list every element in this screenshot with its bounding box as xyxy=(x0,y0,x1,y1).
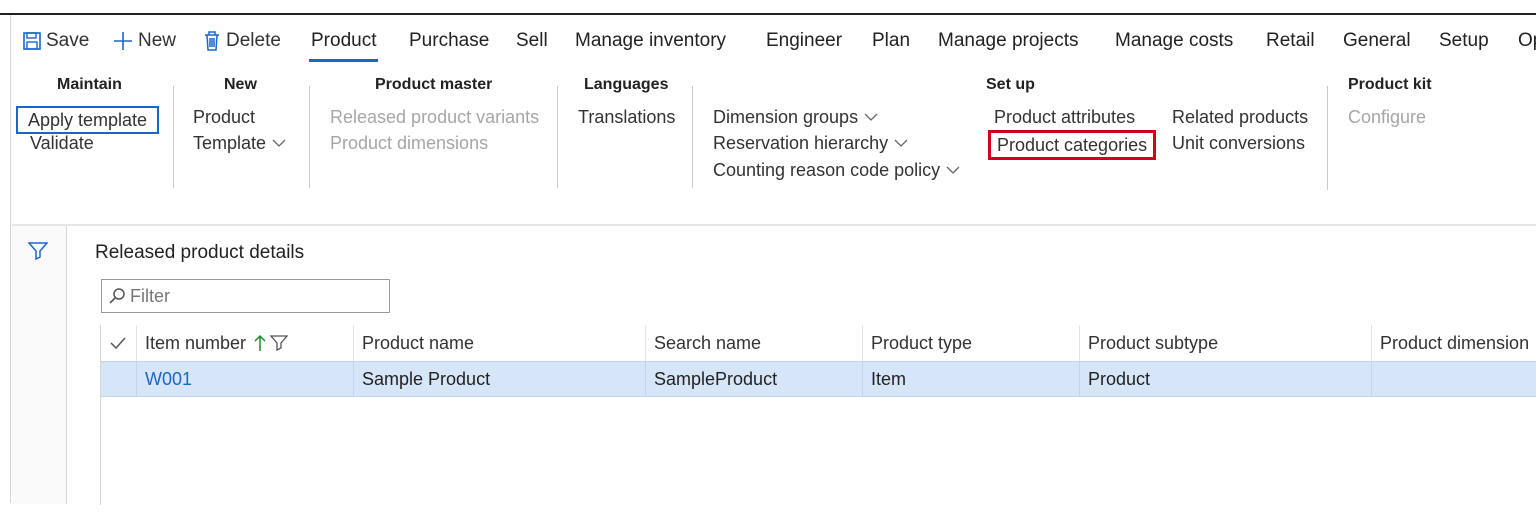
save-label: Save xyxy=(46,30,90,51)
trash-icon xyxy=(205,31,219,51)
product-type-cell: Item xyxy=(863,362,1080,396)
separator xyxy=(309,86,310,188)
counting-reason-code-policy-dropdown[interactable]: Counting reason code policy xyxy=(713,160,960,181)
filter-icon[interactable] xyxy=(28,242,48,260)
product-attributes-button[interactable]: Product attributes xyxy=(994,107,1135,128)
save-icon xyxy=(23,32,41,50)
tab-purchase[interactable]: Purchase xyxy=(409,16,489,66)
column-header-label: Item number xyxy=(145,332,247,353)
tab-manage-inventory[interactable]: Manage inventory xyxy=(575,16,726,66)
group-title-setup: Set up xyxy=(986,76,1035,93)
search-name-cell: SampleProduct xyxy=(646,362,863,396)
column-header-item-number[interactable]: Item number xyxy=(137,325,354,361)
related-products-button[interactable]: Related products xyxy=(1172,107,1308,128)
chevron-down-icon xyxy=(946,166,960,174)
products-grid: Item number Product name Search name Pro… xyxy=(100,325,1536,505)
item-number-link[interactable]: W001 xyxy=(137,362,354,396)
action-bar: Save New Delete Product Purchase Sell Ma… xyxy=(12,16,1536,66)
column-header-search-name[interactable]: Search name xyxy=(646,325,863,361)
product-dimension-cell xyxy=(1372,362,1536,396)
plus-icon xyxy=(114,32,132,50)
section-title: Released product details xyxy=(95,242,305,263)
dimension-groups-dropdown[interactable]: Dimension groups xyxy=(713,107,878,128)
delete-label: Delete xyxy=(226,30,281,51)
column-header-product-type[interactable]: Product type xyxy=(863,325,1080,361)
filter-input[interactable]: Filter xyxy=(101,279,390,313)
new-button[interactable]: New xyxy=(112,16,176,66)
grid-header: Item number Product name Search name Pro… xyxy=(101,325,1536,361)
product-subtype-cell: Product xyxy=(1080,362,1372,396)
reservation-hierarchy-dropdown[interactable]: Reservation hierarchy xyxy=(713,133,908,154)
new-template-dropdown[interactable]: Template xyxy=(193,133,286,154)
group-title-maintain: Maintain xyxy=(57,76,122,93)
delete-button[interactable]: Delete xyxy=(202,16,281,66)
product-dimensions-button[interactable]: Product dimensions xyxy=(330,133,488,154)
new-label: New xyxy=(138,30,177,51)
apply-template-button[interactable]: Apply template xyxy=(16,106,160,134)
tab-setup[interactable]: Setup xyxy=(1439,16,1489,66)
released-product-variants-button[interactable]: Released product variants xyxy=(330,107,539,128)
filter-placeholder: Filter xyxy=(130,285,170,306)
check-icon xyxy=(110,337,126,349)
separator xyxy=(557,86,558,188)
chevron-down-icon xyxy=(272,139,286,147)
group-title-product-master: Product master xyxy=(375,76,493,93)
unit-conversions-button[interactable]: Unit conversions xyxy=(1172,133,1305,154)
ribbon: Maintain Apply template Validate New Pro… xyxy=(12,66,1536,224)
configure-button[interactable]: Configure xyxy=(1348,107,1426,128)
save-button[interactable]: Save xyxy=(22,16,89,66)
tab-sell[interactable]: Sell xyxy=(516,16,548,66)
new-template-label: Template xyxy=(193,133,267,153)
tab-product[interactable]: Product xyxy=(308,16,379,66)
tab-manage-costs[interactable]: Manage costs xyxy=(1115,16,1233,66)
tab-plan[interactable]: Plan xyxy=(872,16,910,66)
select-all-checkbox[interactable] xyxy=(101,325,137,361)
top-border xyxy=(0,13,1536,15)
new-product-button[interactable]: Product xyxy=(193,107,255,128)
filter-pane-rail xyxy=(12,226,67,504)
table-row[interactable]: W001 Sample Product SampleProduct Item P… xyxy=(101,361,1536,397)
tab-general[interactable]: General xyxy=(1343,16,1411,66)
tab-overflow[interactable]: Op xyxy=(1518,16,1536,66)
separator xyxy=(1327,86,1328,190)
separator xyxy=(173,86,174,188)
validate-button[interactable]: Validate xyxy=(30,133,94,154)
translations-button[interactable]: Translations xyxy=(578,107,675,128)
dimension-groups-label: Dimension groups xyxy=(713,107,859,127)
separator xyxy=(692,86,693,188)
group-title-product-kit: Product kit xyxy=(1348,76,1432,93)
group-title-languages: Languages xyxy=(584,76,669,93)
tab-engineer[interactable]: Engineer xyxy=(766,16,842,66)
product-name-cell: Sample Product xyxy=(354,362,646,396)
sort-ascending-icon xyxy=(254,334,266,351)
details-pane: Released product details Filter Item num… xyxy=(67,226,1536,505)
chevron-down-icon xyxy=(894,139,908,147)
tab-retail[interactable]: Retail xyxy=(1266,16,1315,66)
left-border xyxy=(10,15,11,503)
tab-manage-projects[interactable]: Manage projects xyxy=(938,16,1078,66)
product-categories-button[interactable]: Product categories xyxy=(988,130,1157,160)
column-header-product-name[interactable]: Product name xyxy=(354,325,646,361)
column-header-product-dimension[interactable]: Product dimension xyxy=(1372,325,1536,361)
filter-icon xyxy=(270,335,289,351)
group-title-new: New xyxy=(224,76,257,93)
column-header-product-subtype[interactable]: Product subtype xyxy=(1080,325,1372,361)
chevron-down-icon xyxy=(864,113,878,121)
search-icon xyxy=(109,288,125,304)
reservation-hierarchy-label: Reservation hierarchy xyxy=(713,133,889,153)
counting-reason-code-policy-label: Counting reason code policy xyxy=(713,160,941,180)
row-select-cell[interactable] xyxy=(101,362,137,396)
